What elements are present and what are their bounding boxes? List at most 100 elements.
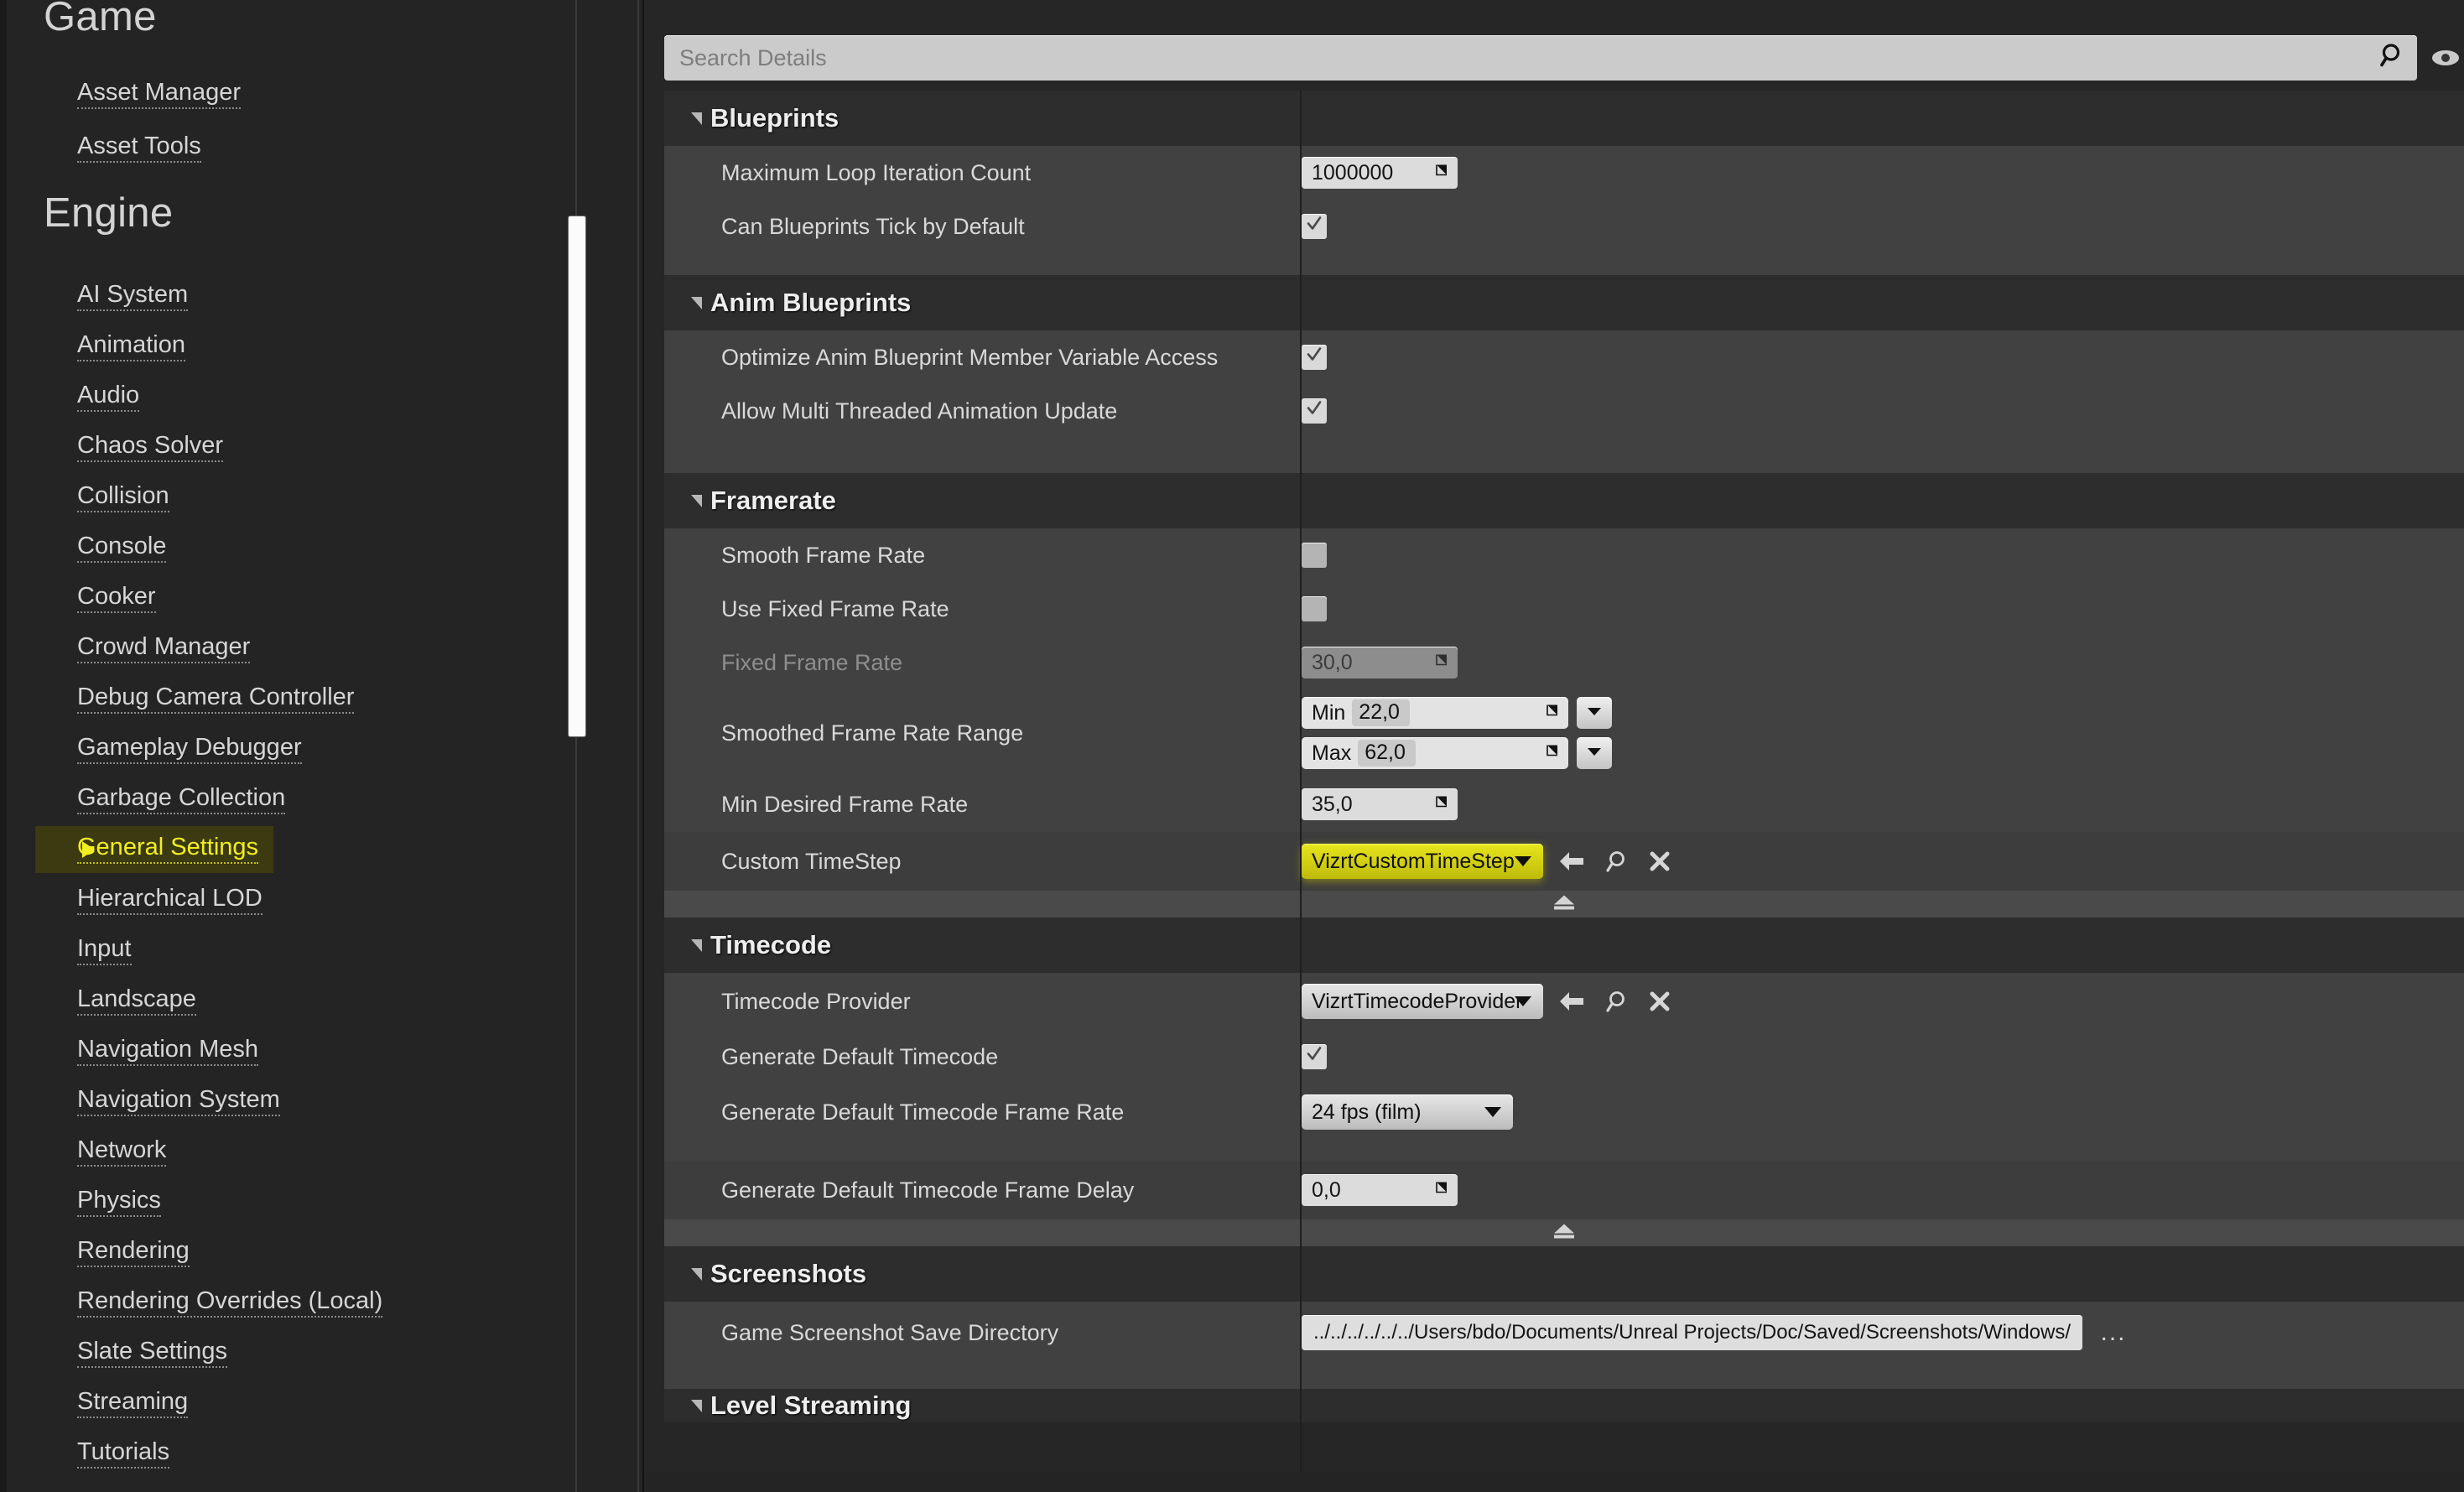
generate-default-timecode-checkbox[interactable] (1302, 1044, 1327, 1069)
sidebar-item-console[interactable]: Console (0, 534, 166, 563)
sidebar-item-garbage-collection[interactable]: Garbage Collection (0, 786, 285, 814)
sidebar-item-crowd-manager[interactable]: Crowd Manager (0, 635, 250, 663)
chevron-down-icon (1515, 856, 1531, 866)
sidebar-item-label: Rendering (77, 1239, 190, 1267)
search-input[interactable]: Search Details (664, 35, 2417, 81)
spinner-icon[interactable] (1433, 1180, 1450, 1201)
spinner-icon[interactable] (1433, 794, 1450, 815)
section-collapse-handle-timecode[interactable] (664, 1219, 2464, 1246)
sidebar-item-label: Garbage Collection (77, 786, 285, 814)
min-desired-frame-rate-input[interactable]: 35,0 (1302, 788, 1458, 820)
sidebar-item-label: Asset Manager (77, 81, 241, 109)
sidebar-item-streaming[interactable]: Streaming (0, 1390, 188, 1418)
sidebar-item-navigation-mesh[interactable]: Navigation Mesh (0, 1037, 258, 1066)
sidebar-item-tutorials[interactable]: Tutorials (0, 1440, 169, 1469)
section-title: Anim Blueprints (710, 288, 911, 318)
browse-asset-icon[interactable] (1602, 847, 1630, 876)
section-collapse-handle-framerate[interactable] (664, 891, 2464, 918)
sidebar-item-label: Input (77, 937, 132, 965)
row-maximum-loop-iteration-count: Maximum Loop Iteration Count 1000000 (664, 146, 2464, 200)
sidebar-item-slate-settings[interactable]: Slate Settings (0, 1339, 227, 1368)
custom-timestep-dropdown[interactable]: VizrtCustomTimeStep (1302, 844, 1543, 879)
sidebar-item-ai-system[interactable]: AI System (0, 283, 188, 311)
collapse-triangle-icon (691, 1400, 702, 1412)
use-fixed-frame-rate-checkbox[interactable] (1302, 596, 1327, 621)
sidebar-item-physics[interactable]: Physics (0, 1188, 161, 1217)
smoothed-frame-rate-max-input[interactable]: Max 62,0 (1302, 737, 1568, 769)
row-spacer (664, 438, 2464, 473)
maximum-loop-iteration-count-input[interactable]: 1000000 (1302, 157, 1458, 189)
search-icon[interactable] (2378, 42, 2407, 75)
field-value: 24 fps (film) (1302, 1100, 1422, 1125)
field-value: 62,0 (1358, 740, 1416, 767)
can-blueprints-tick-checkbox[interactable] (1302, 214, 1327, 239)
smoothed-frame-rate-min-dropdown[interactable] (1577, 697, 1612, 729)
sidebar-item-audio[interactable]: Audio (0, 383, 139, 412)
section-header-framerate[interactable]: Framerate (664, 473, 2464, 528)
sidebar-item-input[interactable]: Input (0, 937, 132, 965)
collapse-triangle-icon (691, 495, 702, 507)
clear-asset-icon[interactable] (1645, 987, 1674, 1016)
chevron-down-icon (1484, 1107, 1501, 1117)
sidebar-item-navigation-system[interactable]: Navigation System (0, 1088, 280, 1116)
clear-asset-icon[interactable] (1645, 847, 1674, 876)
browse-directory-button[interactable]: ... (2098, 1318, 2129, 1347)
sidebar-item-asset-manager[interactable]: Asset Manager (0, 81, 241, 109)
sidebar-item-debug-camera-controller[interactable]: Debug Camera Controller (0, 685, 354, 714)
sidebar-item-animation[interactable]: Animation (0, 333, 185, 361)
generate-default-timecode-frame-rate-dropdown[interactable]: 24 fps (film) (1302, 1094, 1513, 1130)
sidebar-item-gameplay-debugger[interactable]: Gameplay Debugger (0, 736, 302, 764)
property-label: Game Screenshot Save Directory (664, 1320, 1280, 1346)
column-splitter[interactable] (1300, 91, 1302, 1492)
property-label: Generate Default Timecode Frame Rate (664, 1100, 1280, 1125)
sidebar-item-network[interactable]: Network (0, 1138, 166, 1167)
timecode-provider-dropdown[interactable]: VizrtTimecodeProvider (1302, 984, 1543, 1019)
field-value: VizrtCustomTimeStep (1302, 850, 1515, 874)
use-selected-asset-icon[interactable] (1558, 987, 1587, 1016)
section-header-screenshots[interactable]: Screenshots (664, 1246, 2464, 1302)
use-selected-asset-icon[interactable] (1558, 847, 1587, 876)
check-icon (1305, 1045, 1323, 1068)
sidebar-item-label: Landscape (77, 987, 196, 1016)
search-placeholder: Search Details (664, 45, 827, 71)
sidebar-item-rendering[interactable]: Rendering (0, 1239, 190, 1267)
row-min-desired-frame-rate: Min Desired Frame Rate 35,0 (664, 777, 2464, 832)
generate-default-timecode-frame-delay-input[interactable]: 0,0 (1302, 1174, 1458, 1206)
sidebar-item-landscape[interactable]: Landscape (0, 987, 196, 1016)
smoothed-frame-rate-min-input[interactable]: Min 22,0 (1302, 697, 1568, 729)
smooth-frame-rate-checkbox[interactable] (1302, 543, 1327, 568)
row-spacer (664, 1364, 2464, 1389)
browse-asset-icon[interactable] (1602, 987, 1630, 1016)
spinner-icon (1433, 652, 1450, 673)
sidebar-item-collision[interactable]: Collision (0, 484, 169, 512)
smoothed-frame-rate-max-dropdown[interactable] (1577, 737, 1612, 769)
settings-category-sidebar: Game Asset Manager Asset Tools Engine AI… (0, 0, 644, 1492)
section-header-level-streaming[interactable]: Level Streaming (664, 1389, 2464, 1422)
panel-bottom-clip (644, 1472, 2464, 1492)
section-header-blueprints[interactable]: Blueprints (664, 91, 2464, 146)
chevron-right-icon (82, 841, 95, 858)
row-can-blueprints-tick-by-default: Can Blueprints Tick by Default (664, 200, 2464, 253)
allow-multi-threaded-animation-checkbox[interactable] (1302, 398, 1327, 424)
sidebar-item-rendering-overrides-local[interactable]: Rendering Overrides (Local) (0, 1289, 382, 1318)
section-header-timecode[interactable]: Timecode (664, 918, 2464, 973)
sidebar-scrollbar-thumb[interactable] (569, 216, 585, 736)
sidebar-item-chaos-solver[interactable]: Chaos Solver (0, 434, 223, 462)
optimize-anim-blueprint-checkbox[interactable] (1302, 345, 1327, 370)
spinner-icon[interactable] (1433, 163, 1450, 184)
game-screenshot-save-directory-input[interactable]: ../../../../../../Users/bdo/Documents/Un… (1302, 1315, 2082, 1350)
spinner-icon[interactable] (1544, 703, 1561, 724)
project-settings-window: Game Asset Manager Asset Tools Engine AI… (0, 0, 2464, 1492)
spinner-icon[interactable] (1544, 743, 1561, 764)
sidebar-item-hierarchical-lod[interactable]: Hierarchical LOD (0, 886, 263, 915)
sidebar-item-asset-tools[interactable]: Asset Tools (0, 134, 201, 163)
property-label: Allow Multi Threaded Animation Update (664, 398, 1280, 424)
details-filter-button[interactable] (2425, 44, 2459, 72)
sidebar-item-cooker[interactable]: Cooker (0, 585, 156, 613)
row-generate-default-timecode-frame-delay: Generate Default Timecode Frame Delay 0,… (664, 1161, 2464, 1219)
sidebar-scroll-content: Game Asset Manager Asset Tools Engine AI… (0, 0, 587, 1492)
sidebar-item-general-settings[interactable]: General Settings (35, 826, 273, 873)
eject-collapse-icon (1550, 893, 1578, 916)
section-header-anim-blueprints[interactable]: Anim Blueprints (664, 275, 2464, 330)
collapse-triangle-icon (691, 297, 702, 309)
